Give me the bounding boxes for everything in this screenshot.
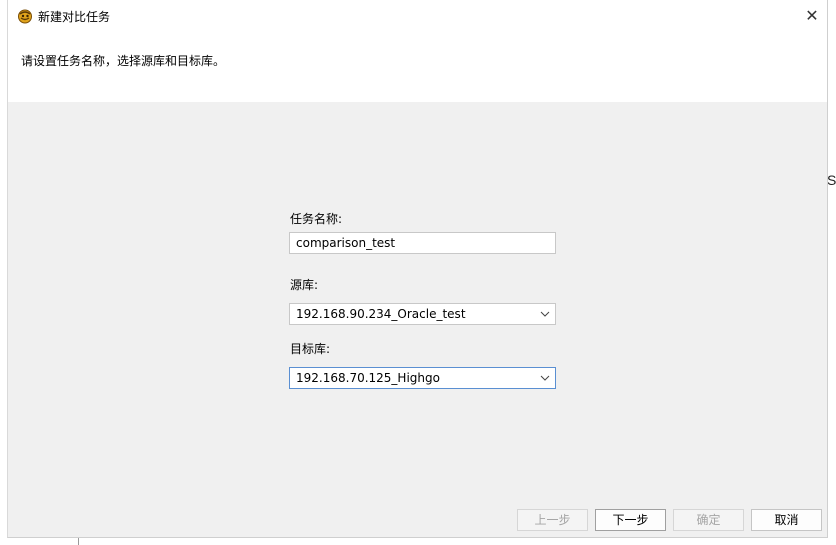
previous-step-button[interactable]: 上一步: [517, 509, 588, 531]
close-icon: ✕: [805, 5, 819, 25]
cancel-button[interactable]: 取消: [751, 509, 822, 531]
task-name-input[interactable]: comparison_test: [289, 232, 556, 254]
task-name-label: 任务名称:: [290, 212, 343, 226]
window-title: 新建对比任务: [38, 10, 111, 24]
source-db-label: 源库:: [290, 278, 319, 292]
app-logo-icon: [17, 8, 33, 24]
source-db-value: 192.168.90.234_Oracle_test: [296, 307, 466, 321]
target-db-select[interactable]: 192.168.70.125_Highgo: [289, 367, 556, 389]
title-bar: 新建对比任务 ✕: [8, 0, 827, 32]
close-button[interactable]: ✕: [797, 0, 827, 30]
next-step-button[interactable]: 下一步: [595, 509, 666, 531]
instruction-header: 请设置任务名称，选择源库和目标库。: [8, 32, 827, 102]
background-partial-text: S: [827, 172, 836, 188]
chevron-down-icon[interactable]: [539, 368, 551, 388]
new-comparison-task-dialog: 新建对比任务 ✕ 请设置任务名称，选择源库和目标库。 任务名称: compari…: [7, 0, 828, 538]
confirm-button[interactable]: 确定: [673, 509, 744, 531]
target-db-label: 目标库:: [290, 342, 331, 356]
target-db-value: 192.168.70.125_Highgo: [296, 371, 440, 385]
instruction-text: 请设置任务名称，选择源库和目标库。: [21, 54, 226, 68]
chevron-down-icon[interactable]: [539, 304, 551, 324]
source-db-select[interactable]: 192.168.90.234_Oracle_test: [289, 303, 556, 325]
